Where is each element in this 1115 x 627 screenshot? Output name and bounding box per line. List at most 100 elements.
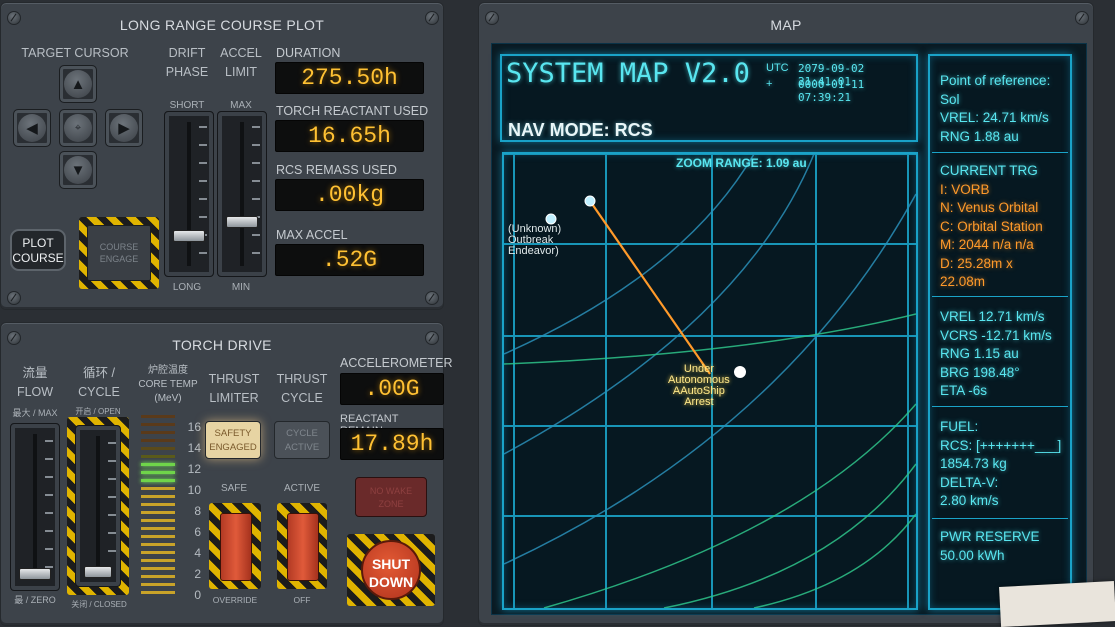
system-map-title: SYSTEM MAP V2.0	[506, 58, 750, 89]
arrow-up-icon: ▲	[70, 75, 86, 93]
plot-course-label: PLOT	[22, 236, 54, 250]
temp-tick-label: 14	[187, 441, 201, 455]
map-panel: MAP SYSTEM MAP V2.0 UTC 2079-09-02 21:41…	[478, 2, 1094, 626]
thrust-limiter-toggle-frame	[209, 503, 261, 589]
shutdown-label: SHUT	[371, 556, 411, 572]
screw-icon	[7, 331, 21, 345]
core-temp-unit: (MeV)	[154, 393, 182, 404]
sol-rng: RNG 1.88 au	[940, 128, 1019, 144]
screw-icon	[485, 11, 499, 25]
accel-limit-label-2: LIMIT	[225, 65, 257, 79]
plot-course-button[interactable]: PLOT COURSE	[10, 229, 66, 271]
target-dimensions: D: 25.28m x	[940, 255, 1013, 271]
safe-label: SAFE	[220, 483, 248, 494]
shutdown-button[interactable]: SHUT DOWN	[361, 540, 421, 600]
cycle-hazard-frame	[67, 417, 129, 595]
por-value: Sol	[940, 91, 960, 107]
thrust-cycle-label-2: CYCLE	[281, 391, 323, 405]
cursor-down-button[interactable]: ▼	[59, 151, 97, 189]
target-name: N: Venus Orbital	[940, 200, 1039, 215]
drift-phase-slider[interactable]	[164, 111, 214, 277]
torch-used-readout: 16.65h	[275, 120, 424, 152]
screw-icon	[7, 11, 21, 25]
paper-note	[999, 581, 1115, 627]
reactant-remain-readout: 17.89h	[340, 428, 444, 460]
safety-engaged-label: SAFETY	[214, 428, 252, 439]
target-class: C: Orbital Station	[940, 218, 1043, 234]
temp-tick-label: 6	[194, 525, 201, 539]
core-temp-en-label: CORE TEMP	[138, 379, 198, 390]
target-eta: ETA -6s	[940, 383, 988, 398]
arrow-down-icon: ▼	[70, 161, 86, 179]
temp-tick-label: 12	[187, 462, 201, 476]
flow-slider[interactable]	[10, 423, 60, 591]
no-wake-zone-button[interactable]: NO WAKE ZONE	[355, 477, 427, 517]
core-temp-label: 炉腔温度 CORE TEMP (MeV)	[133, 364, 203, 406]
cursor-left-button[interactable]: ◀	[13, 109, 51, 147]
orbit-ring	[663, 463, 916, 608]
thrust-limiter-toggle[interactable]	[220, 513, 252, 581]
target-vcrs: VCRS -12.71 km/s	[940, 327, 1052, 343]
screw-icon	[1075, 11, 1089, 25]
thrust-cycle-toggle[interactable]	[287, 513, 319, 581]
map-viewport[interactable]: ZOOM RANGE: 1.09 au (Unknown) Outbreak E…	[502, 152, 918, 610]
long-label: LONG	[172, 282, 202, 293]
fuel-label: FUEL:	[940, 419, 979, 434]
map-header-screen: SYSTEM MAP V2.0 UTC 2079-09-02 21:41:01 …	[500, 54, 918, 142]
thrust-cycle-label-1: THRUST	[276, 372, 328, 386]
sol-vrel: VREL: 24.71 km/s	[940, 110, 1049, 125]
accel-limit-slider[interactable]	[217, 111, 267, 277]
orbit-ring	[504, 154, 815, 455]
nav-mode: NAV MODE: RCS	[508, 120, 653, 140]
cycle-active-button[interactable]: CYCLE ACTIVE	[274, 421, 330, 459]
temp-tick-label: 8	[194, 504, 201, 518]
course-engage-hazard-frame: COURSE ENGAGE	[79, 217, 159, 289]
utc-label: UTC	[766, 62, 789, 74]
delta-v-value: 2.80 km/s	[940, 493, 999, 508]
duration-label: DURATION	[276, 46, 341, 60]
crosshair-icon: ⌖	[74, 121, 82, 134]
course-engage-label-2: ENGAGE	[99, 254, 139, 264]
cycle-label: 循环 / CYCLE	[71, 364, 127, 402]
cycle-en-label: CYCLE	[78, 385, 120, 399]
info-screen: Point of reference: Sol VREL: 24.71 km/s…	[928, 54, 1072, 610]
course-engage-button[interactable]: COURSE ENGAGE	[87, 225, 151, 281]
rcs-fuel-bar: RCS: [+++++++___]	[940, 437, 1062, 453]
screw-icon	[425, 11, 439, 25]
torch-used-label: TORCH REACTANT USED	[276, 104, 429, 118]
cursor-up-button[interactable]: ▲	[59, 65, 97, 103]
cursor-right-button[interactable]: ▶	[105, 109, 143, 147]
cycle-slider-handle[interactable]	[84, 566, 112, 578]
cursor-center-button[interactable]: ⌖	[59, 109, 97, 147]
screw-icon	[425, 331, 439, 345]
drift-phase-label-2: PHASE	[165, 65, 209, 79]
course-plot-line	[589, 200, 711, 375]
no-wake-label-2: ZONE	[378, 499, 404, 509]
cycle-active-label: CYCLE	[286, 428, 318, 439]
screw-icon	[425, 291, 439, 305]
flow-slider-handle[interactable]	[19, 568, 51, 580]
elapsed-plus-label: +	[766, 78, 773, 90]
temp-tick-label: 2	[194, 567, 201, 581]
temp-tick-label: 0	[194, 588, 201, 602]
thrust-limiter-label-1: THRUST	[208, 372, 260, 386]
arrow-left-icon: ◀	[26, 120, 38, 137]
course-plot-title: LONG RANGE COURSE PLOT	[119, 17, 325, 33]
safety-engaged-button[interactable]: SAFETY ENGAGED	[205, 421, 261, 459]
core-temp-gauge	[141, 415, 175, 601]
drift-phase-slider-handle[interactable]	[173, 230, 205, 242]
orbit-ring	[504, 313, 916, 365]
station-marker	[734, 366, 746, 378]
thrust-limiter-label: THRUST LIMITER	[203, 370, 265, 408]
arrow-right-icon: ▶	[118, 120, 130, 137]
no-wake-label: NO WAKE	[369, 486, 413, 496]
accel-limit-slider-handle[interactable]	[226, 216, 258, 228]
thrust-cycle-label: THRUST CYCLE	[271, 370, 333, 408]
cycle-slider[interactable]	[75, 425, 121, 587]
zoom-range: ZOOM RANGE: 1.09 au	[676, 156, 807, 170]
course-engage-label: COURSE	[99, 242, 139, 252]
cycle-closed-label: 关闭 / CLOSED	[71, 600, 127, 609]
map-display: SYSTEM MAP V2.0 UTC 2079-09-02 21:41:01 …	[491, 43, 1087, 615]
shutdown-label-2: DOWN	[368, 574, 414, 590]
thrust-limiter-label-2: LIMITER	[209, 391, 259, 405]
